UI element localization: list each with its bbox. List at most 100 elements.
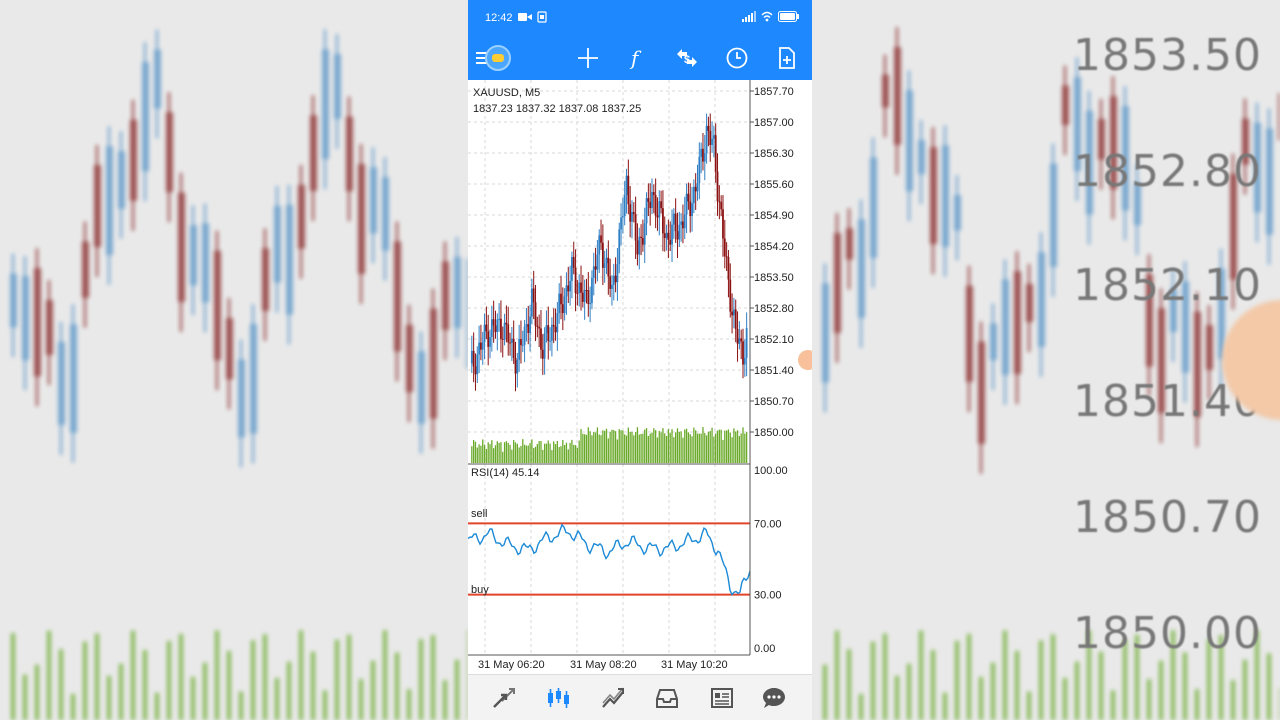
candle-body (551, 324, 553, 341)
crosshair-icon[interactable] (574, 44, 602, 72)
history-icon[interactable] (653, 684, 681, 712)
wifi-icon (761, 11, 773, 22)
background-price-label: 1852.80 (1073, 146, 1262, 197)
candle-body (734, 309, 737, 330)
sim-card-icon (537, 11, 547, 23)
background-candle (238, 359, 245, 438)
chart-icon[interactable] (544, 684, 572, 712)
background-volume (71, 693, 75, 720)
background-candle (262, 248, 269, 311)
candle-body (723, 238, 726, 257)
background-candle (142, 62, 149, 172)
chart-area[interactable]: 1857.70 1857.00 1856.30 1855.60 1854.90 1854.… (468, 80, 812, 674)
background-volume (1231, 680, 1235, 720)
candle-body (574, 267, 577, 294)
background-candle (58, 341, 65, 425)
background-volume (907, 663, 911, 720)
bottom-navigation (468, 674, 812, 720)
background-candle (394, 241, 401, 352)
candle-body (598, 235, 601, 255)
svg-text:f: f (629, 46, 642, 70)
quotes-icon[interactable] (490, 684, 518, 712)
candle-body (714, 135, 717, 172)
candle-body (505, 322, 508, 325)
background-volume (1111, 690, 1115, 720)
candle-body (716, 171, 719, 202)
background-candle (94, 165, 101, 248)
candle-body (669, 239, 672, 245)
background-volume (251, 640, 255, 720)
candle-body (647, 198, 650, 202)
background-candle (930, 147, 937, 245)
background-candle (322, 49, 329, 160)
background-volume (239, 691, 243, 720)
background-volume (835, 630, 839, 720)
candle-body (625, 175, 628, 195)
period-icon[interactable] (723, 44, 751, 72)
background-left (0, 0, 468, 720)
background-volume (107, 675, 111, 720)
background-candle (990, 323, 997, 361)
app-logo-icon[interactable] (484, 44, 512, 72)
candle-body (605, 257, 608, 264)
background-volume (47, 630, 51, 720)
indicators-icon[interactable]: f (623, 44, 651, 72)
candle-body (549, 340, 551, 342)
time-tick-label: 31 May 10:20 (661, 659, 728, 671)
background-candle (346, 116, 353, 192)
background-candle (1002, 279, 1009, 375)
background-volume (871, 641, 875, 720)
candle-body (678, 224, 681, 240)
candle-body (623, 194, 626, 217)
news-icon[interactable] (708, 684, 736, 712)
price-tick-label: 1852.80 (754, 303, 794, 315)
rsi-tick-label: 100.00 (754, 465, 788, 477)
candle-body (725, 256, 728, 258)
background-candle (834, 233, 841, 333)
candle-body (552, 324, 555, 327)
candle-body (601, 242, 604, 268)
trade-icon[interactable] (599, 684, 627, 712)
candle-body (556, 313, 559, 333)
background-candle (966, 285, 973, 382)
candle-body (600, 235, 602, 243)
candle-body (638, 236, 641, 255)
background-price-label: 1853.50 (1073, 30, 1262, 81)
background-candle (1062, 85, 1069, 125)
background-volume (407, 689, 411, 720)
candle-body (516, 359, 519, 374)
touch-indicator (798, 350, 812, 370)
trade-icon[interactable]: $ (673, 44, 701, 72)
chat-icon[interactable] (760, 684, 788, 712)
background-candle (870, 157, 877, 258)
background-candle (274, 205, 281, 283)
background-volume (179, 633, 183, 720)
candle-body (481, 342, 484, 350)
price-chart[interactable]: 1857.70 1857.00 1856.30 1855.60 1854.90 1854.… (468, 80, 812, 674)
candle-body (618, 229, 621, 265)
background-candle (166, 112, 173, 193)
background-volume (83, 641, 87, 720)
candle-body (712, 135, 715, 139)
background-candle (310, 115, 317, 191)
candle-body (745, 327, 748, 358)
background-candle (82, 241, 89, 298)
candle-body (645, 198, 648, 224)
add-object-icon[interactable] (773, 44, 801, 72)
candle-body (514, 357, 517, 374)
candle-body (554, 326, 557, 333)
background-candle (906, 90, 913, 192)
candle-body (742, 341, 744, 365)
background-candle (34, 268, 41, 377)
background-volume (59, 649, 63, 720)
background-volume (347, 634, 351, 720)
background-price-label: 1850.70 (1073, 492, 1262, 543)
battery-icon (778, 11, 799, 22)
background-candle (1050, 163, 1057, 267)
candle-body (654, 195, 657, 216)
candle-body (692, 186, 695, 204)
candle-body (545, 325, 548, 334)
candle-body (592, 266, 595, 278)
top-toolbar: f $ (468, 36, 812, 80)
background-candle (70, 324, 77, 433)
